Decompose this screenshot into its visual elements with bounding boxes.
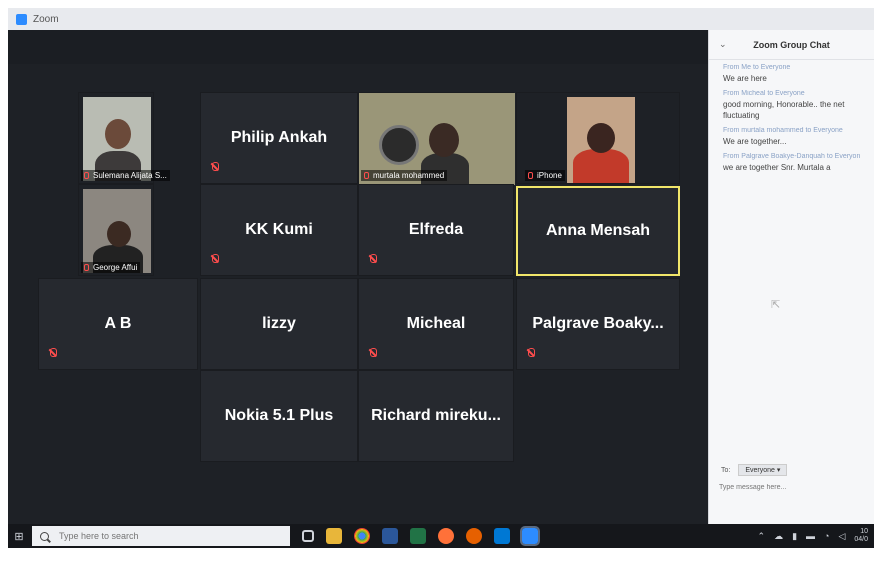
excel-icon[interactable] (410, 528, 426, 544)
participant-name: Philip Ankah (230, 129, 328, 146)
window-titlebar: Zoom (8, 8, 874, 30)
participant-tile-anna-mensah[interactable]: Anna Mensah (516, 186, 680, 276)
muted-mic-icon (369, 348, 377, 357)
meeting-top-bar (8, 30, 708, 64)
muted-mic-icon (527, 348, 535, 357)
wifi-icon[interactable]: ◔ (824, 531, 829, 541)
chat-message: From Micheal to Everyone good morning, H… (709, 86, 874, 123)
photo-frame: Zoom Sulemana Alijata S... Philip Ankah (0, 0, 878, 564)
participant-tile-lizzy[interactable]: lizzy (200, 278, 358, 370)
chat-recipient-select[interactable]: Everyone ▾ (738, 464, 788, 476)
network-icon[interactable]: ▬ (806, 531, 815, 541)
participant-video (83, 189, 151, 273)
chat-message-text: We are here (723, 74, 767, 83)
chrome-icon[interactable] (354, 528, 370, 544)
system-tray: ⌃ ☁ ▮ ▬ ◔ ◁ 10 04/0 (758, 524, 868, 548)
participant-name: Micheal (406, 315, 466, 332)
zoom-app-icon (16, 13, 27, 25)
chat-message-text: we are together Snr. Murtala a (723, 163, 831, 172)
taskbar-search-box[interactable] (32, 526, 290, 546)
participant-video (567, 97, 635, 183)
muted-mic-icon (211, 162, 219, 171)
participant-video (83, 97, 151, 181)
cloud-icon[interactable]: ☁ (774, 531, 783, 542)
participant-tile-elfreda[interactable]: Elfreda (358, 184, 514, 276)
chat-header: ⌄ Zoom Group Chat (709, 30, 874, 60)
chat-message-sender: From Palgrave Boakye-Danquah to Everyone (723, 153, 860, 160)
muted-mic-icon (364, 172, 369, 179)
participant-tile-richard-mireku[interactable]: Richard mireku... (358, 370, 514, 462)
file-explorer-icon[interactable] (326, 528, 342, 544)
search-icon (40, 531, 49, 541)
clock-date: 04/0 (854, 536, 868, 543)
participant-tile-video-1[interactable]: Sulemana Alijata S... (78, 92, 170, 184)
participant-name-label: iPhone (525, 170, 565, 181)
chat-message-sender: From Micheal to Everyone (723, 90, 805, 97)
window-title: Zoom (33, 13, 59, 25)
chat-message-input[interactable] (719, 484, 865, 491)
taskbar-clock[interactable]: 10 04/0 (854, 528, 868, 544)
muted-mic-icon (211, 254, 219, 263)
chevron-down-icon[interactable]: ⌄ (719, 39, 727, 50)
chat-message-text: good morning, Honorable.. the net fluctu… (723, 100, 845, 120)
participant-tile-kk-kumi[interactable]: KK Kumi (200, 184, 358, 276)
firefox-icon[interactable] (438, 528, 454, 544)
participant-name: A B (104, 315, 132, 332)
participant-tile-a-b[interactable]: A B (38, 278, 198, 370)
chat-message: From Palgrave Boakye-Danquah to Everyone… (709, 149, 874, 175)
chat-recipient-row: To: Everyone ▾ (721, 464, 788, 476)
participant-tile-micheal[interactable]: Micheal (358, 278, 514, 370)
participant-name: Nokia 5.1 Plus (224, 407, 334, 424)
chat-message: From Me to Everyone We are here (709, 60, 874, 86)
muted-mic-icon (49, 348, 57, 357)
gallery-view: Sulemana Alijata S... Philip Ankah murta… (8, 64, 708, 524)
muted-mic-icon (84, 264, 89, 271)
chat-message-sender: From murtala mohammed to Everyone (723, 127, 843, 134)
participant-tile-video-4[interactable]: George Affui (78, 184, 154, 276)
muted-mic-icon (528, 172, 533, 179)
mouse-cursor-icon: ⇱ (771, 299, 781, 311)
muted-mic-icon (369, 254, 377, 263)
chat-title: Zoom Group Chat (753, 39, 830, 50)
participant-name: Palgrave Boaky... (532, 315, 664, 332)
participant-name: lizzy (262, 315, 296, 332)
zoom-taskbar-icon[interactable] (520, 526, 540, 546)
chat-message-text: We are together... (723, 137, 787, 146)
word-icon[interactable] (382, 528, 398, 544)
volume-icon[interactable]: ◁ (838, 531, 845, 542)
participant-name-label: George Affui (81, 262, 141, 273)
participant-name: Anna Mensah (545, 222, 650, 239)
windows-start-icon[interactable]: ⊞ (8, 524, 30, 548)
participant-tile-palgrave-boakye[interactable]: Palgrave Boaky... (516, 278, 680, 370)
chat-message: From murtala mohammed to Everyone We are… (709, 123, 874, 149)
participant-name: Richard mireku... (371, 407, 501, 424)
chat-to-label: To: (721, 466, 731, 474)
outlook-icon[interactable] (494, 528, 510, 544)
firefox-alt-icon[interactable] (466, 528, 482, 544)
chat-message-sender: From Me to Everyone (723, 64, 791, 71)
participant-tile-philip-ankah[interactable]: Philip Ankah (200, 92, 358, 184)
chat-panel: ⌄ Zoom Group Chat From Me to Everyone We… (708, 30, 874, 524)
participant-tile-video-2[interactable]: murtala mohammed (358, 92, 515, 185)
taskbar-pinned-apps (302, 526, 540, 546)
participant-name: KK Kumi (245, 221, 313, 238)
participant-name-label: Sulemana Alijata S... (81, 170, 170, 181)
muted-mic-icon (84, 172, 89, 179)
participant-tile-video-3[interactable]: iPhone (516, 92, 680, 184)
usb-icon[interactable]: ▮ (792, 531, 797, 542)
taskbar-search-input[interactable] (59, 531, 259, 541)
zoom-screen: Zoom Sulemana Alijata S... Philip Ankah (8, 8, 874, 548)
task-view-icon[interactable] (302, 530, 314, 542)
clock-time: 10 (860, 528, 868, 535)
participant-tile-nokia[interactable]: Nokia 5.1 Plus (200, 370, 358, 462)
chevron-up-icon[interactable]: ⌃ (758, 531, 766, 542)
participant-name-label: murtala mohammed (361, 170, 448, 181)
participant-name: Elfreda (408, 221, 464, 238)
windows-taskbar: ⊞ ⌃ ☁ ▮ ▬ ◔ ◁ (8, 524, 874, 548)
